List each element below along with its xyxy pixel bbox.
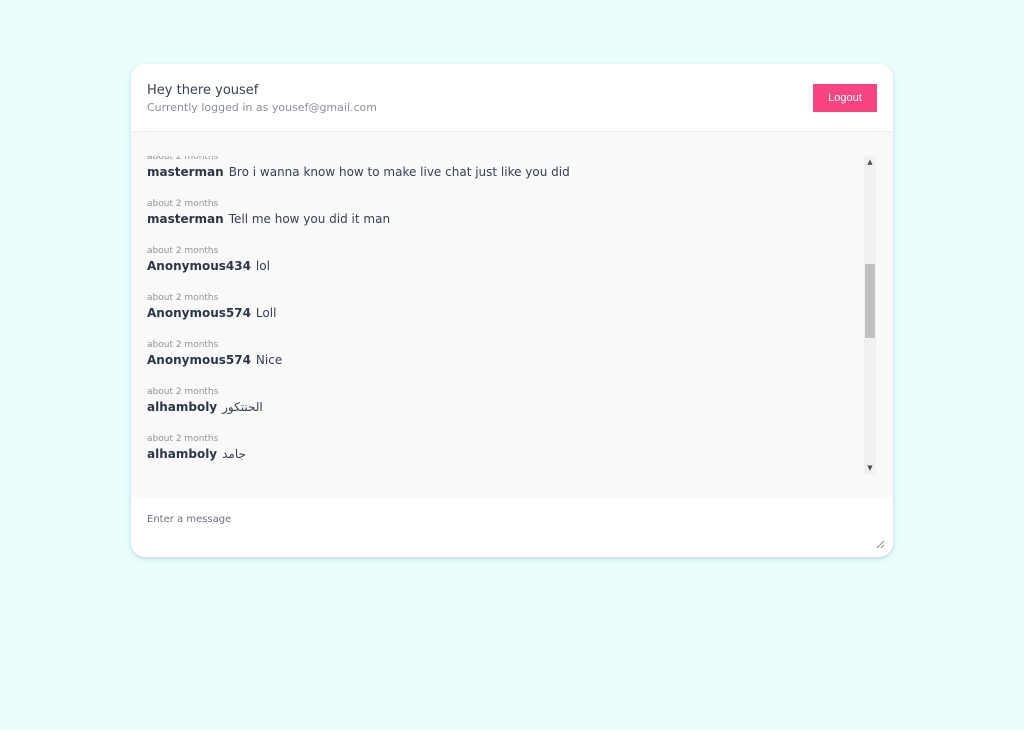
message-timestamp: about 2 months xyxy=(147,199,219,209)
message-input[interactable] xyxy=(131,497,893,557)
message-username: Anonymous574 xyxy=(147,306,251,320)
message-line: Anonymous434 lol xyxy=(147,259,270,273)
message-scrollbar[interactable]: ▲ ▼ xyxy=(864,156,876,474)
message-list: about 2 months masterman Bro i wanna know … xyxy=(147,156,847,474)
message-timestamp: about 2 months xyxy=(147,156,219,162)
message-timestamp: about 2 months xyxy=(147,434,219,444)
resize-grip-icon[interactable] xyxy=(876,540,885,549)
message-text: Tell me how you did it man xyxy=(228,212,391,226)
chat-header: Hey there yousef Currently logged in as … xyxy=(131,64,893,132)
message-item: about 2 months alhamboly جامد xyxy=(147,431,847,474)
message-username: masterman xyxy=(147,212,224,226)
message-item: about 2 months Anonymous574 Loll xyxy=(147,290,847,337)
message-item: about 2 months Anonymous434 lol xyxy=(147,243,847,290)
greeting-text: Hey there yousef xyxy=(147,83,259,98)
message-list-viewport[interactable]: about 2 months masterman Bro i wanna know … xyxy=(147,156,847,474)
message-item: about 2 months masterman Bro i wanna know … xyxy=(147,156,847,196)
message-area: about 2 months masterman Bro i wanna know … xyxy=(131,132,893,497)
scroll-up-arrow-icon[interactable]: ▲ xyxy=(864,156,876,168)
message-item: about 2 months masterman Tell me how you d… xyxy=(147,196,847,243)
scrollbar-thumb[interactable] xyxy=(865,264,875,338)
message-item: about 2 months alhamboly الحنتكور xyxy=(147,384,847,431)
message-text: Bro i wanna know how to make live chat j… xyxy=(228,165,570,179)
message-composer xyxy=(131,497,893,557)
message-timestamp: about 2 months xyxy=(147,293,219,303)
message-text: الحنتكور xyxy=(222,400,263,414)
message-timestamp: about 2 months xyxy=(147,246,219,256)
message-username: Anonymous434 xyxy=(147,259,251,273)
message-line: masterman Bro i wanna know how to make li… xyxy=(147,165,570,179)
message-text: lol xyxy=(255,259,270,273)
message-text: جامد xyxy=(222,447,246,461)
message-timestamp: about 2 months xyxy=(147,387,219,397)
message-username: alhamboly xyxy=(147,447,218,461)
logout-button[interactable]: Logout xyxy=(813,84,877,112)
message-username: Anonymous574 xyxy=(147,353,251,367)
message-username: masterman xyxy=(147,165,224,179)
scroll-down-arrow-icon[interactable]: ▼ xyxy=(864,462,876,474)
message-line: alhamboly الحنتكور xyxy=(147,400,263,414)
chat-card: Hey there yousef Currently logged in as … xyxy=(131,64,893,557)
message-text: Loll xyxy=(255,306,277,320)
message-timestamp: about 2 months xyxy=(147,340,219,350)
message-line: alhamboly جامد xyxy=(147,447,246,461)
message-username: alhamboly xyxy=(147,400,218,414)
message-text: Nice xyxy=(255,353,283,367)
message-line: Anonymous574 Loll xyxy=(147,306,276,320)
message-line: Anonymous574 Nice xyxy=(147,353,282,367)
message-item: about 2 months Anonymous574 Nice xyxy=(147,337,847,384)
message-line: masterman Tell me how you did it man xyxy=(147,212,390,226)
logged-in-status: Currently logged in as yousef@gmail.com xyxy=(147,101,377,114)
